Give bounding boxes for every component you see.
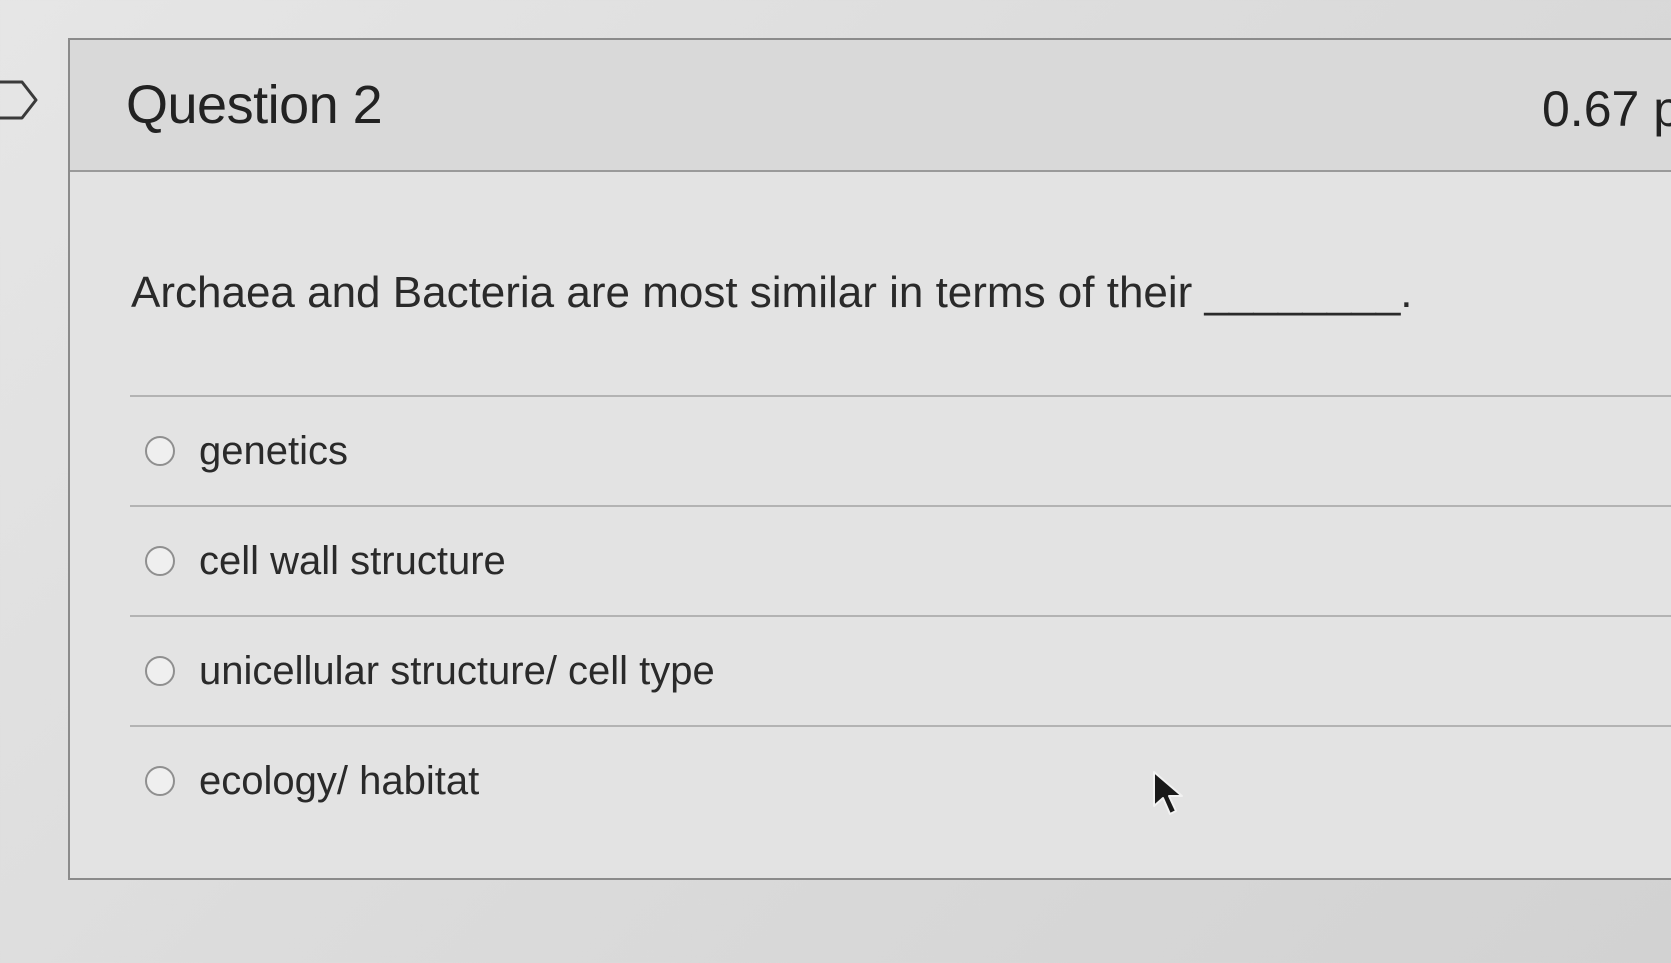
answer-label: cell wall structure [199,538,506,583]
answer-option-genetics[interactable]: genetics [130,395,1671,505]
answer-option-cell-wall-structure[interactable]: cell wall structure [130,505,1671,615]
question-header: Question 2 0.67 p [70,40,1671,172]
question-title: Question 2 [126,75,383,135]
answer-label: ecology/ habitat [199,758,480,803]
radio-button-icon[interactable] [145,546,175,576]
answer-label: genetics [199,428,348,473]
radio-button-icon[interactable] [145,766,175,796]
question-points: 0.67 p [1542,81,1671,137]
question-card: Question 2 0.67 p Archaea and Bacteria a… [68,38,1671,880]
answer-label: unicellular structure/ cell type [199,648,715,693]
answer-option-unicellular-structure[interactable]: unicellular structure/ cell type [130,615,1671,725]
flag-question-icon[interactable] [0,78,40,122]
radio-button-icon[interactable] [145,436,175,466]
question-text: Archaea and Bacteria are most similar in… [131,268,1413,317]
answer-list: genetics cell wall structure unicellular… [130,395,1671,835]
mouse-pointer-icon [1152,770,1188,823]
answer-option-ecology-habitat[interactable]: ecology/ habitat [130,725,1671,835]
radio-button-icon[interactable] [145,656,175,686]
